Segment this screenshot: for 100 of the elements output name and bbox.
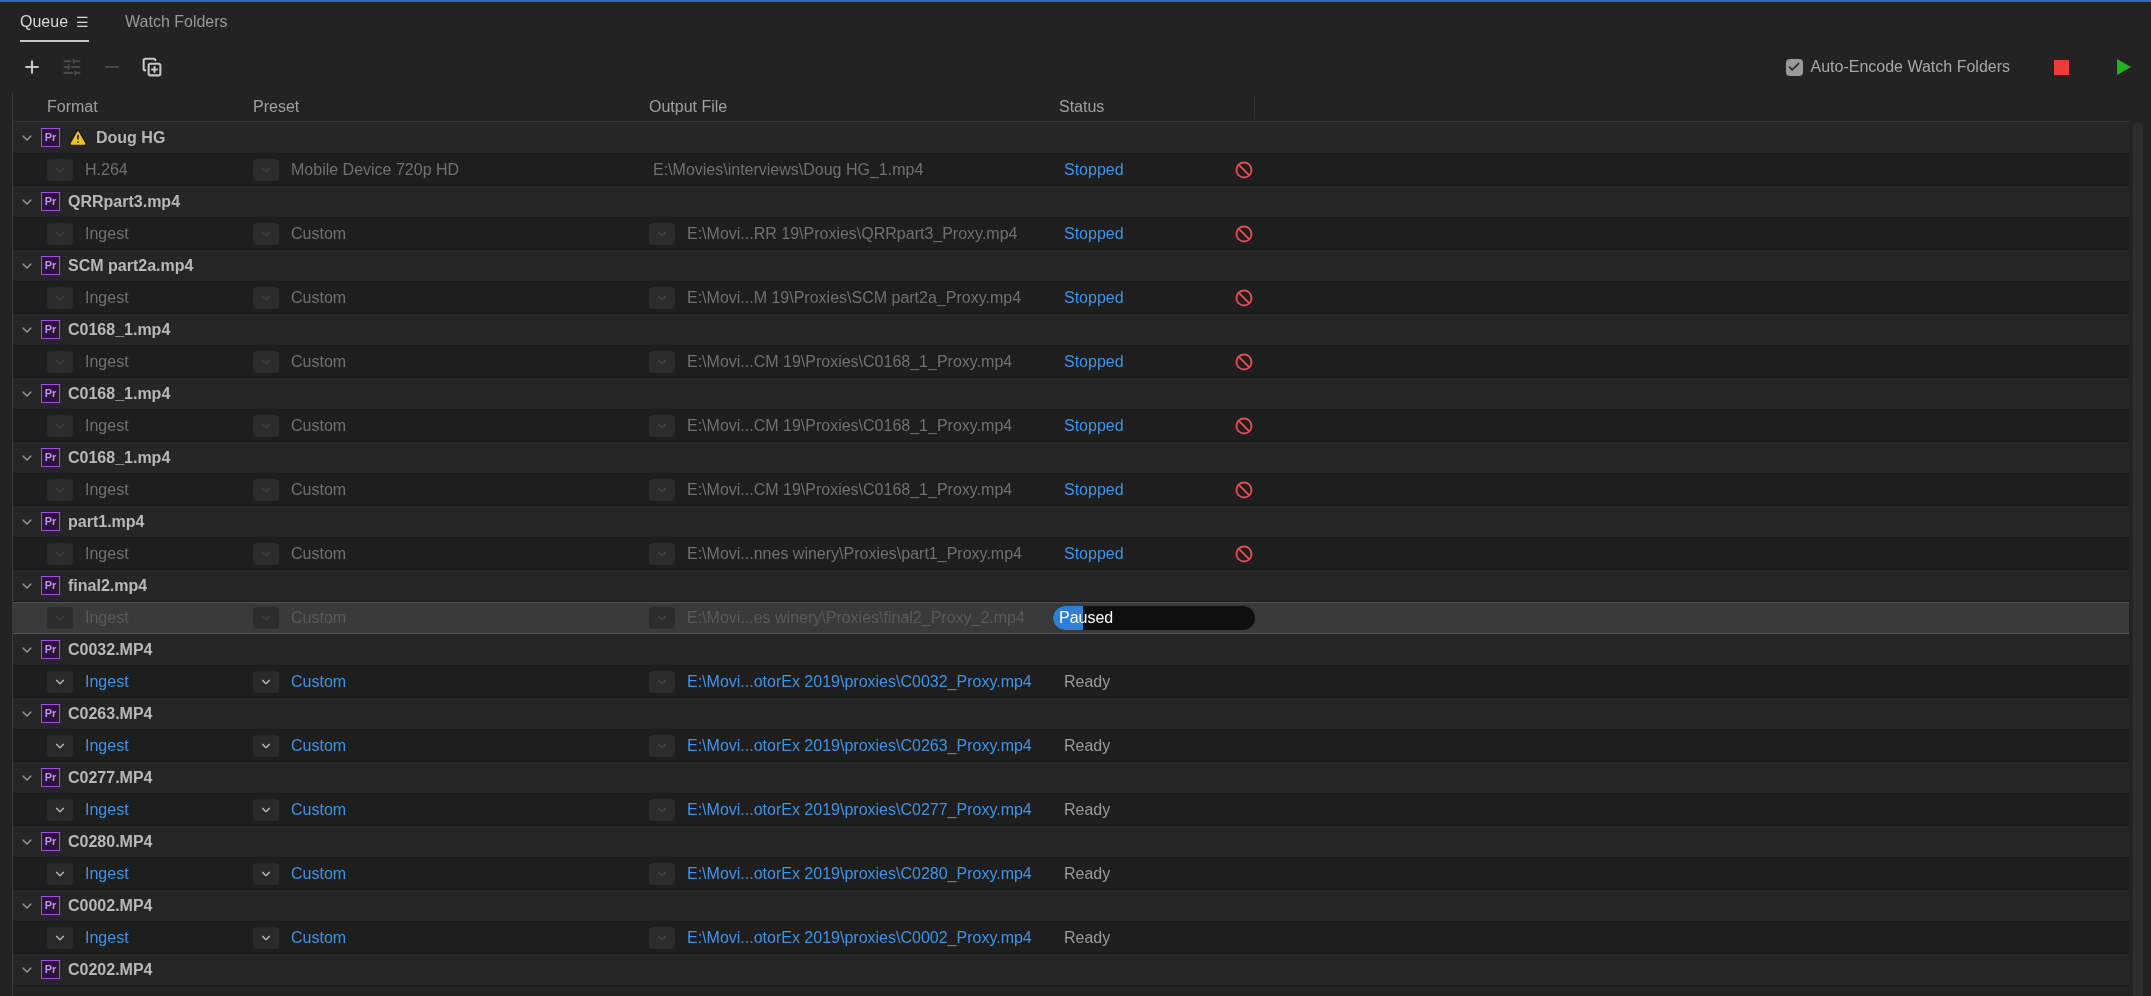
source-name[interactable]: QRRpart3.mp4 — [68, 189, 181, 214]
format-text: Ingest — [85, 543, 129, 564]
premiere-file-icon: Pr — [41, 384, 60, 403]
stop-button[interactable] — [2054, 59, 2069, 75]
source-name[interactable]: part1.mp4 — [68, 509, 145, 534]
output-path[interactable]: E:\Movi...otorEx 2019\proxies\C0002_Proxy.mp4 — [687, 925, 1032, 950]
queue-row[interactable]: Ingest Custom E:\Movi...otorEx 2019\proxies\C0277_Proxy.mp4 Ready — [13, 794, 2129, 826]
queue-row[interactable]: Ingest Custom E:\Movi...otorEx 2019\proxies\C0280_Proxy.mp4 Ready — [13, 858, 2129, 890]
play-button[interactable] — [2117, 59, 2131, 75]
output-path[interactable]: E:\Movi...CM 19\Proxies\C0168_1_Proxy.mp4 — [687, 349, 1013, 374]
output-dropdown[interactable] — [649, 542, 675, 565]
output-dropdown[interactable] — [649, 607, 675, 629]
source-name[interactable]: C0263.MP4 — [68, 701, 153, 726]
output-dropdown[interactable] — [649, 734, 675, 757]
output-dropdown[interactable] — [649, 414, 675, 437]
queue-row[interactable]: Ingest Custom E:\Movi...CM 19\Proxies\C0168_1_Proxy.mp4 Stopped — [13, 410, 2129, 442]
column-header[interactable]: Format — [13, 94, 253, 119]
format-dropdown[interactable] — [47, 862, 73, 885]
output-path[interactable]: E:\Movi...CM 19\Proxies\C0168_1_Proxy.mp4 — [687, 413, 1013, 438]
source-name[interactable]: C0280.MP4 — [68, 829, 153, 854]
source-name[interactable]: SCM part2a.mp4 — [68, 253, 194, 278]
status-text[interactable]: Stopped — [1064, 541, 1124, 566]
output-dropdown[interactable] — [649, 670, 675, 693]
output-dropdown[interactable] — [649, 862, 675, 885]
column-header[interactable]: Status — [1059, 94, 1255, 119]
preset-text: Custom — [291, 927, 347, 948]
auto-encode-checkbox[interactable] — [1785, 58, 1803, 76]
preset-dropdown[interactable] — [253, 670, 279, 693]
preset-dropdown[interactable] — [253, 734, 279, 757]
preset-text: Custom — [291, 799, 347, 820]
queue-row[interactable]: Ingest Custom E:\Movi...CM 19\Proxies\C0168_1_Proxy.mp4 Stopped — [13, 474, 2129, 506]
output-dropdown[interactable] — [649, 478, 675, 501]
source-name[interactable]: C0032.MP4 — [68, 637, 153, 662]
output-dropdown[interactable] — [649, 350, 675, 373]
output-dropdown[interactable] — [649, 286, 675, 309]
status-text[interactable]: Stopped — [1064, 285, 1124, 310]
source-name[interactable]: Doug HG — [96, 125, 166, 150]
format-dropdown[interactable] — [47, 926, 73, 949]
panel-tab[interactable]: Queue ☰ — [20, 10, 90, 42]
queue-row[interactable]: Ingest Custom E:\Movi...CM 19\Proxies\C0168_1_Proxy.mp4 Stopped — [13, 346, 2129, 378]
format-text: Ingest — [85, 479, 129, 500]
output-dropdown[interactable] — [649, 222, 675, 245]
format-dropdown[interactable] — [47, 798, 73, 821]
output-path[interactable]: E:\Movi...otorEx 2019\proxies\C0263_Proxy.mp4 — [687, 733, 1032, 758]
preset-dropdown[interactable] — [253, 862, 279, 885]
status-text[interactable]: Stopped — [1064, 157, 1124, 182]
source-name[interactable]: C0202.MP4 — [68, 957, 153, 982]
source-name[interactable]: C0168_1.mp4 — [68, 445, 171, 470]
queue-row[interactable]: Ingest Custom E:\Movi...nnes winery\Proxies\part1_Proxy.mp4 Stopped — [13, 538, 2129, 570]
format-dropdown[interactable] — [47, 734, 73, 757]
format-text: Ingest — [85, 287, 129, 308]
premiere-file-icon: Pr — [41, 256, 60, 275]
status-text[interactable]: Stopped — [1064, 221, 1124, 246]
format-text: Ingest — [85, 799, 129, 820]
output-dropdown[interactable] — [649, 926, 675, 949]
premiere-file-icon: Pr — [41, 448, 60, 467]
source-name[interactable]: C0002.MP4 — [68, 893, 153, 918]
format-text: Ingest — [85, 415, 129, 436]
status-text: Ready — [1064, 671, 1111, 692]
premiere-file-icon: Pr — [41, 896, 60, 915]
format-text: Ingest — [85, 223, 129, 244]
format-dropdown[interactable] — [47, 670, 73, 693]
column-header[interactable]: Output File — [649, 94, 1059, 119]
preset-text: Custom — [291, 735, 347, 756]
output-path[interactable]: E:\Movies\interviews\Doug HG_1.mp4 — [653, 157, 924, 182]
status-text[interactable]: Stopped — [1064, 349, 1124, 374]
menu-icon[interactable]: ☰ — [76, 11, 90, 33]
premiere-file-icon: Pr — [41, 640, 60, 659]
output-path[interactable]: E:\Movi...otorEx 2019\proxies\C0032_Proxy.mp4 — [687, 669, 1032, 694]
preset-dropdown[interactable] — [253, 926, 279, 949]
output-path[interactable]: E:\Movi...otorEx 2019\proxies\C0277_Proxy.mp4 — [687, 797, 1032, 822]
preset-dropdown[interactable] — [253, 798, 279, 821]
output-dropdown[interactable] — [649, 798, 675, 821]
stopped-icon — [1235, 224, 1253, 243]
queue-row[interactable]: Ingest Custom E:\Movi...otorEx 2019\proxies\C0002_Proxy.mp4 Ready — [13, 922, 2129, 954]
queue-row[interactable]: Ingest Custom E:\Movi...M 19\Proxies\SCM part2a_Proxy.mp4 Stopped — [13, 282, 2129, 314]
duplicate-icon[interactable] — [140, 55, 164, 79]
preset-text: Custom — [291, 863, 347, 884]
queue-row[interactable]: Ingest Custom E:\Movi...RR 19\Proxies\QRRpart3_Proxy.mp4 Stopped — [13, 218, 2129, 250]
stopped-icon — [1235, 352, 1253, 371]
status-text[interactable]: Stopped — [1064, 413, 1124, 438]
status-text: Ready — [1064, 799, 1111, 820]
preset-text: Mobile Device 720p HD — [291, 159, 460, 180]
output-path[interactable]: E:\Movi...CM 19\Proxies\C0168_1_Proxy.mp4 — [687, 477, 1013, 502]
source-name[interactable]: C0168_1.mp4 — [68, 381, 171, 406]
queue-row[interactable]: Ingest Custom E:\Movi...otorEx 2019\proxies\C0032_Proxy.mp4 Ready — [13, 666, 2129, 698]
status-text[interactable]: Stopped — [1064, 477, 1124, 502]
queue-row[interactable]: Ingest Custom E:\Movi...otorEx 2019\proxies\C0263_Proxy.mp4 Ready — [13, 730, 2129, 762]
panel-tab[interactable]: Watch Folders — [125, 10, 228, 42]
output-path[interactable]: E:\Movi...otorEx 2019\proxies\C0280_Proxy.mp4 — [687, 861, 1032, 886]
queue-row[interactable]: H.264 Mobile Device 720p HD E:\Movies\interviews\Doug HG_1.mp4 Stopped — [13, 154, 2129, 186]
source-name[interactable]: C0168_1.mp4 — [68, 317, 171, 342]
stopped-icon — [1235, 288, 1253, 307]
output-path[interactable]: E:\Movi...M 19\Proxies\SCM part2a_Proxy.mp4 — [687, 285, 1022, 310]
source-name[interactable]: C0277.MP4 — [68, 765, 153, 790]
column-header[interactable]: Preset — [253, 94, 649, 119]
preset-text: Custom — [291, 479, 347, 500]
output-path[interactable]: E:\Movi...nnes winery\Proxies\part1_Proxy.mp4 — [687, 541, 1022, 566]
source-name[interactable]: final2.mp4 — [68, 573, 148, 598]
output-path[interactable]: E:\Movi...RR 19\Proxies\QRRpart3_Proxy.mp4 — [687, 221, 1018, 246]
